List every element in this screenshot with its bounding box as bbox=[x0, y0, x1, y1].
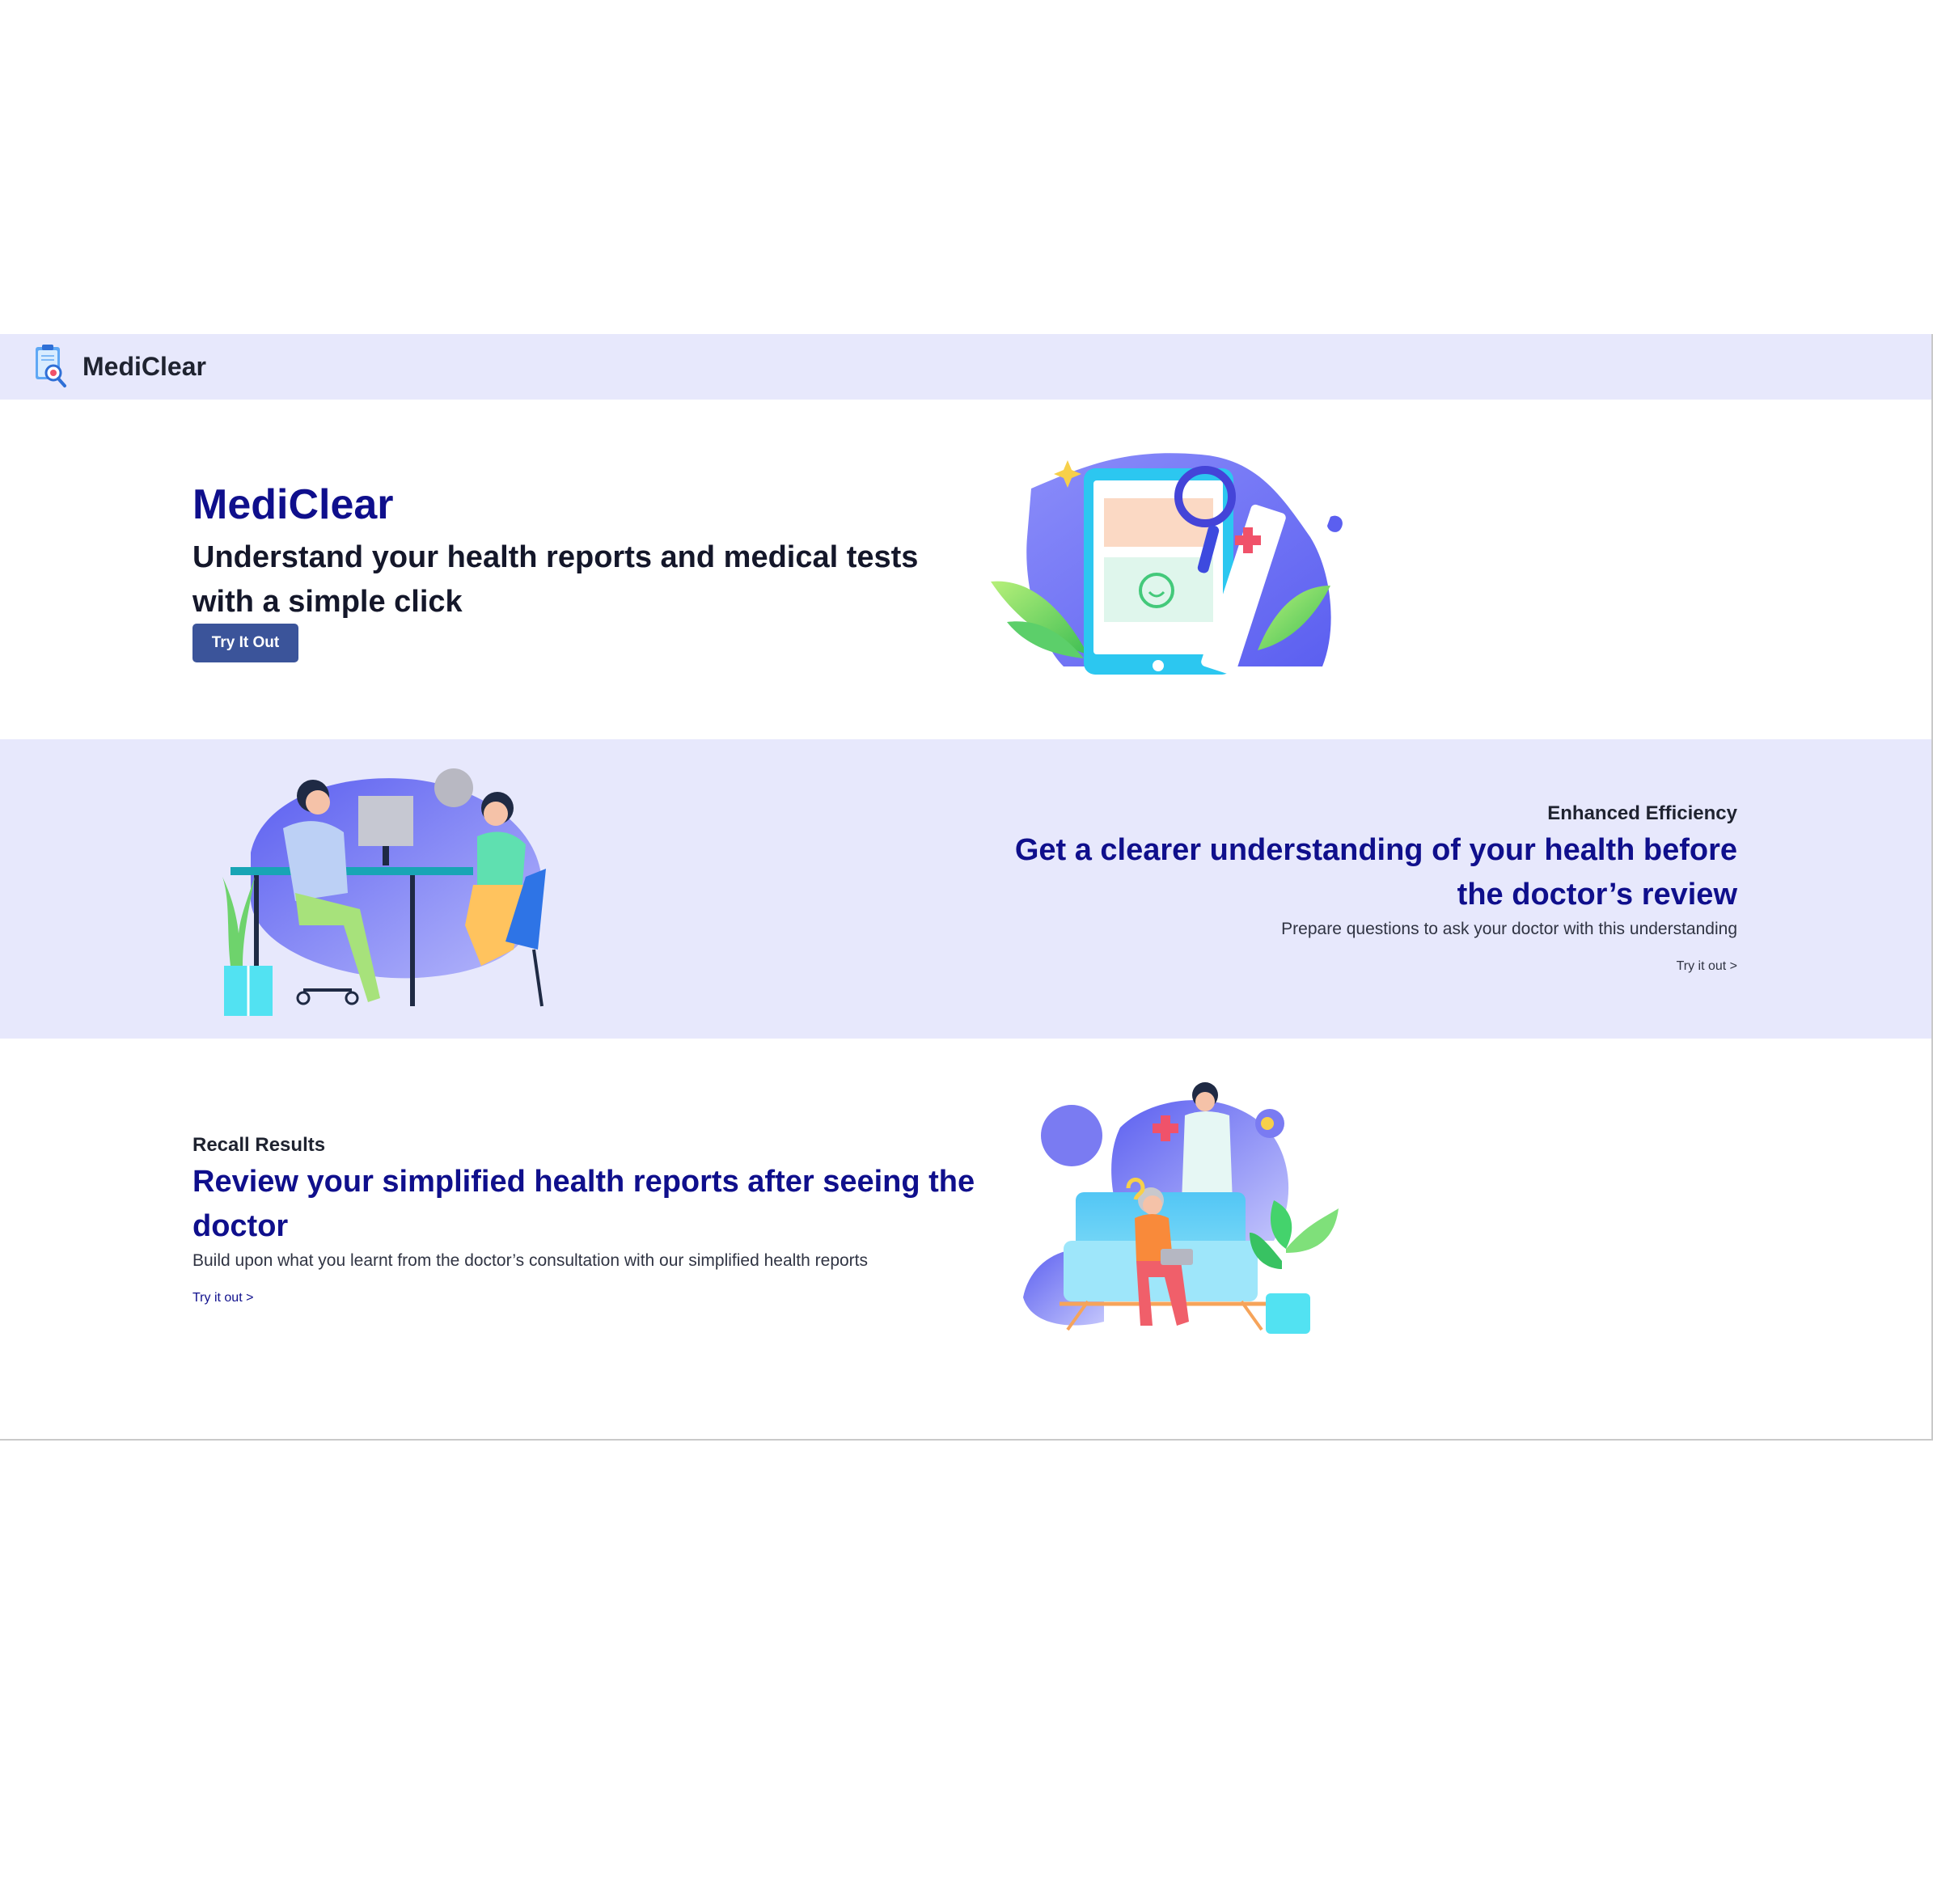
patient-and-doctor-illustration bbox=[1023, 1082, 1339, 1334]
feature-text-recall: Recall Results Review your simplified he… bbox=[192, 1132, 1001, 1305]
feature-title: Review your simplified health reports af… bbox=[192, 1165, 975, 1243]
try-it-out-button[interactable]: Try It Out bbox=[192, 624, 298, 662]
feature-description: Prepare questions to ask your doctor wit… bbox=[1281, 920, 1737, 938]
tablet-medical-report-illustration bbox=[991, 453, 1343, 675]
feature-text-efficiency: Enhanced Efficiency Get a clearer unders… bbox=[961, 801, 1737, 974]
brand-name[interactable]: MediClear bbox=[82, 350, 206, 383]
feature-eyebrow: Recall Results bbox=[192, 1134, 326, 1156]
feature-description: Build upon what you learnt from the doct… bbox=[192, 1251, 869, 1270]
page-frame: MediClear MediClear Understand your heal… bbox=[0, 334, 1933, 1441]
feature-eyebrow: Enhanced Efficiency bbox=[1547, 802, 1737, 824]
clipboard-magnifier-icon[interactable] bbox=[32, 342, 71, 391]
feature-section-efficiency: Enhanced Efficiency Get a clearer unders… bbox=[0, 739, 1931, 1039]
feature-section-recall: Recall Results Review your simplified he… bbox=[0, 1039, 1931, 1439]
navbar: MediClear bbox=[0, 334, 1931, 400]
doctor-consultation-illustration bbox=[222, 768, 546, 1016]
hero-section: MediClear Understand your health reports… bbox=[0, 400, 1931, 739]
try-it-out-link[interactable]: Try it out > bbox=[1677, 959, 1737, 974]
hero-subtitle: Understand your health reports and medic… bbox=[192, 540, 919, 619]
hero-title: MediClear bbox=[192, 481, 394, 528]
try-it-out-link[interactable]: Try it out > bbox=[192, 1291, 253, 1305]
feature-title: Get a clearer understanding of your heal… bbox=[1014, 833, 1737, 912]
